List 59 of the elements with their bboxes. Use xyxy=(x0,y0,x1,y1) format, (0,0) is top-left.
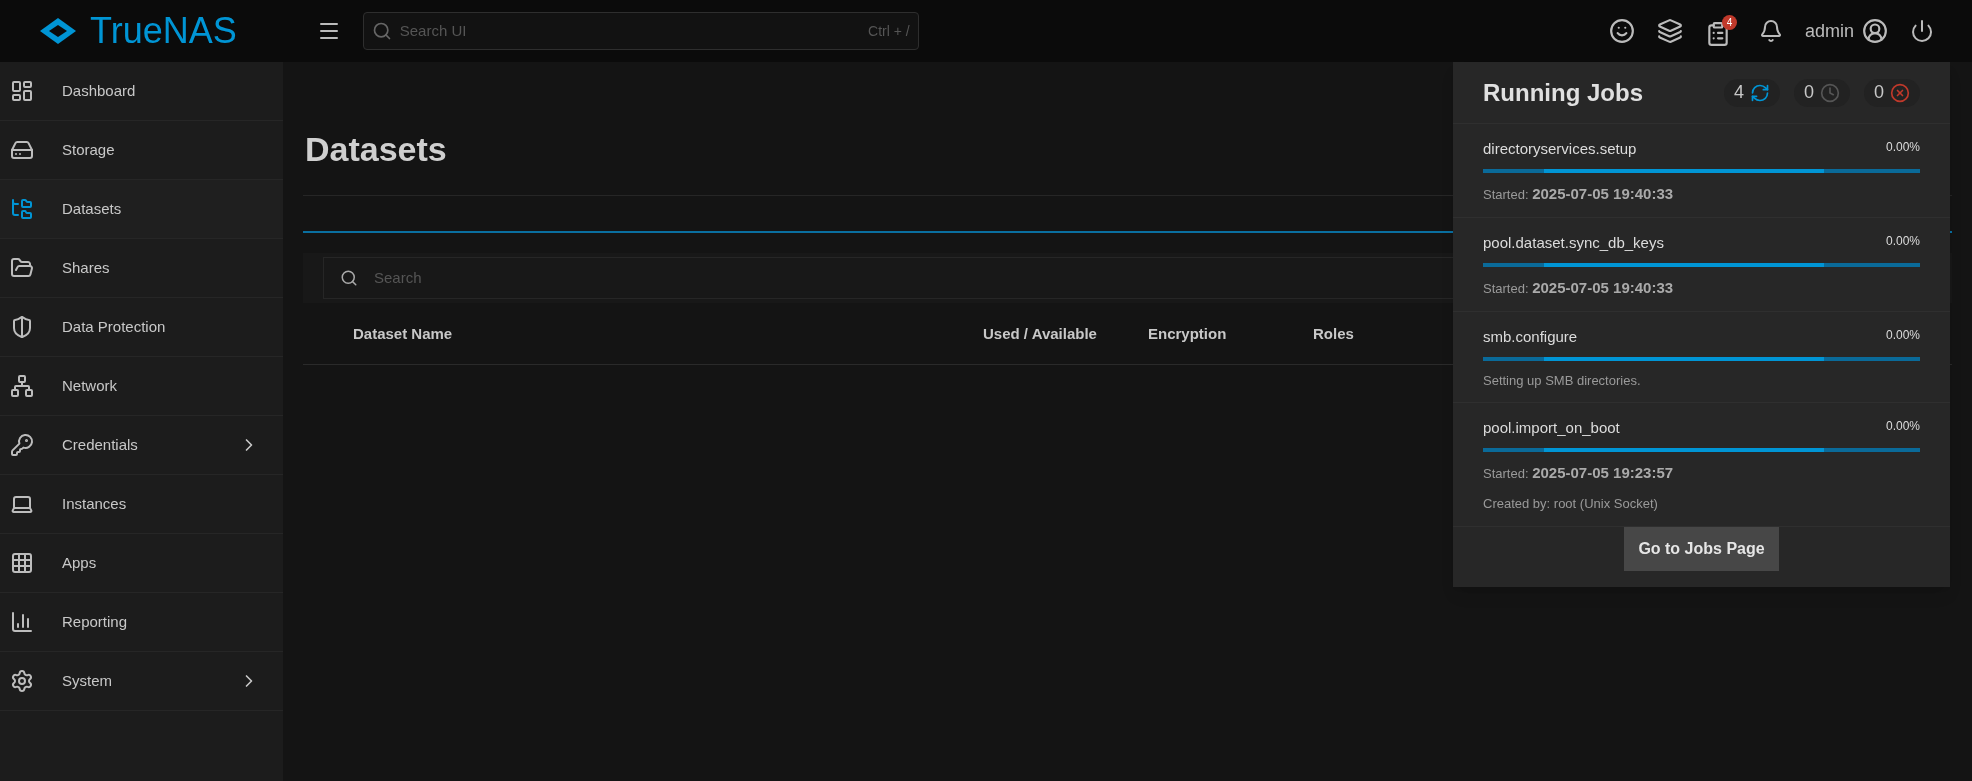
sidebar-item[interactable]: Network xyxy=(0,357,283,416)
sidebar-item[interactable]: Shares xyxy=(0,239,283,298)
smiley-icon[interactable] xyxy=(1608,18,1635,44)
refresh-icon xyxy=(1749,82,1770,103)
job-name: smb.configure xyxy=(1483,327,1578,347)
page-title: Datasets xyxy=(305,129,447,170)
sidebar-item[interactable]: Apps xyxy=(0,534,283,593)
job-name: pool.import_on_boot xyxy=(1483,418,1620,438)
job-name: directoryservices.setup xyxy=(1483,139,1637,159)
job-percent: 0.00% xyxy=(1885,418,1920,435)
go-to-jobs-button[interactable]: Go to Jobs Page xyxy=(1624,527,1779,571)
logo-icon xyxy=(38,16,78,46)
job-percent: 0.00% xyxy=(1885,233,1920,250)
shortcut-hint: Ctrl + / xyxy=(868,21,910,41)
grid-icon xyxy=(10,551,34,575)
jobs-button[interactable]: 4 xyxy=(1704,15,1737,47)
clock-icon xyxy=(1820,82,1840,103)
sidebar-item[interactable]: Dashboard xyxy=(0,62,283,121)
job-counter[interactable]: 0 xyxy=(1793,78,1850,107)
bar-chart-icon xyxy=(10,610,34,634)
job-name: pool.dataset.sync_db_keys xyxy=(1483,233,1664,253)
job-detail: Started: 2025-07-05 19:40:33 xyxy=(1483,277,1675,298)
bell-icon[interactable] xyxy=(1758,19,1783,43)
job-counter[interactable]: 0 xyxy=(1864,78,1920,107)
user-menu[interactable]: admin xyxy=(1804,17,1888,45)
settings-icon xyxy=(10,669,34,693)
column-header[interactable]: Roles xyxy=(1313,323,1354,346)
sidebar-item[interactable]: Instances xyxy=(0,475,283,534)
count-badge: 4 xyxy=(1721,15,1737,30)
key-icon xyxy=(10,433,34,457)
network-icon xyxy=(10,374,34,398)
folder-icon xyxy=(10,256,34,280)
layers-icon[interactable] xyxy=(1656,18,1683,44)
tree-icon xyxy=(10,197,34,221)
column-header[interactable]: Encryption xyxy=(1148,323,1313,346)
search-field[interactable]: Search UI xyxy=(399,19,861,43)
panel-title: Running Jobs xyxy=(1483,77,1644,108)
logo-text: TrueNAS xyxy=(90,13,237,49)
user-icon xyxy=(1862,18,1888,44)
job-percent: 0.00% xyxy=(1885,139,1920,156)
job-percent: 0.00% xyxy=(1885,327,1920,344)
sidebar-item[interactable]: System xyxy=(0,652,283,711)
dashboard-icon xyxy=(10,79,34,103)
shield-icon xyxy=(10,315,34,339)
storage-icon xyxy=(10,138,34,162)
column-header[interactable]: Used / Available xyxy=(983,323,1148,346)
search-icon xyxy=(340,269,358,287)
job-detail: Started: 2025-07-05 19:23:57 xyxy=(1483,462,1675,483)
job-counter[interactable]: 4 xyxy=(1723,78,1780,107)
job-detail: Setting up SMB directories. xyxy=(1483,371,1642,390)
search-icon xyxy=(371,21,392,41)
column-header[interactable]: Dataset Name xyxy=(353,323,983,346)
job-detail: Started: 2025-07-05 19:40:33 xyxy=(1483,183,1675,204)
sidebar-item[interactable]: Reporting xyxy=(0,593,283,652)
power-icon[interactable] xyxy=(1910,19,1934,43)
sidebar-item[interactable]: Data Protection xyxy=(0,298,283,357)
sidebar-item[interactable]: Credentials xyxy=(0,416,283,475)
job-detail: Created by: root (Unix Socket) xyxy=(1483,495,1659,513)
error-icon xyxy=(1890,82,1910,103)
